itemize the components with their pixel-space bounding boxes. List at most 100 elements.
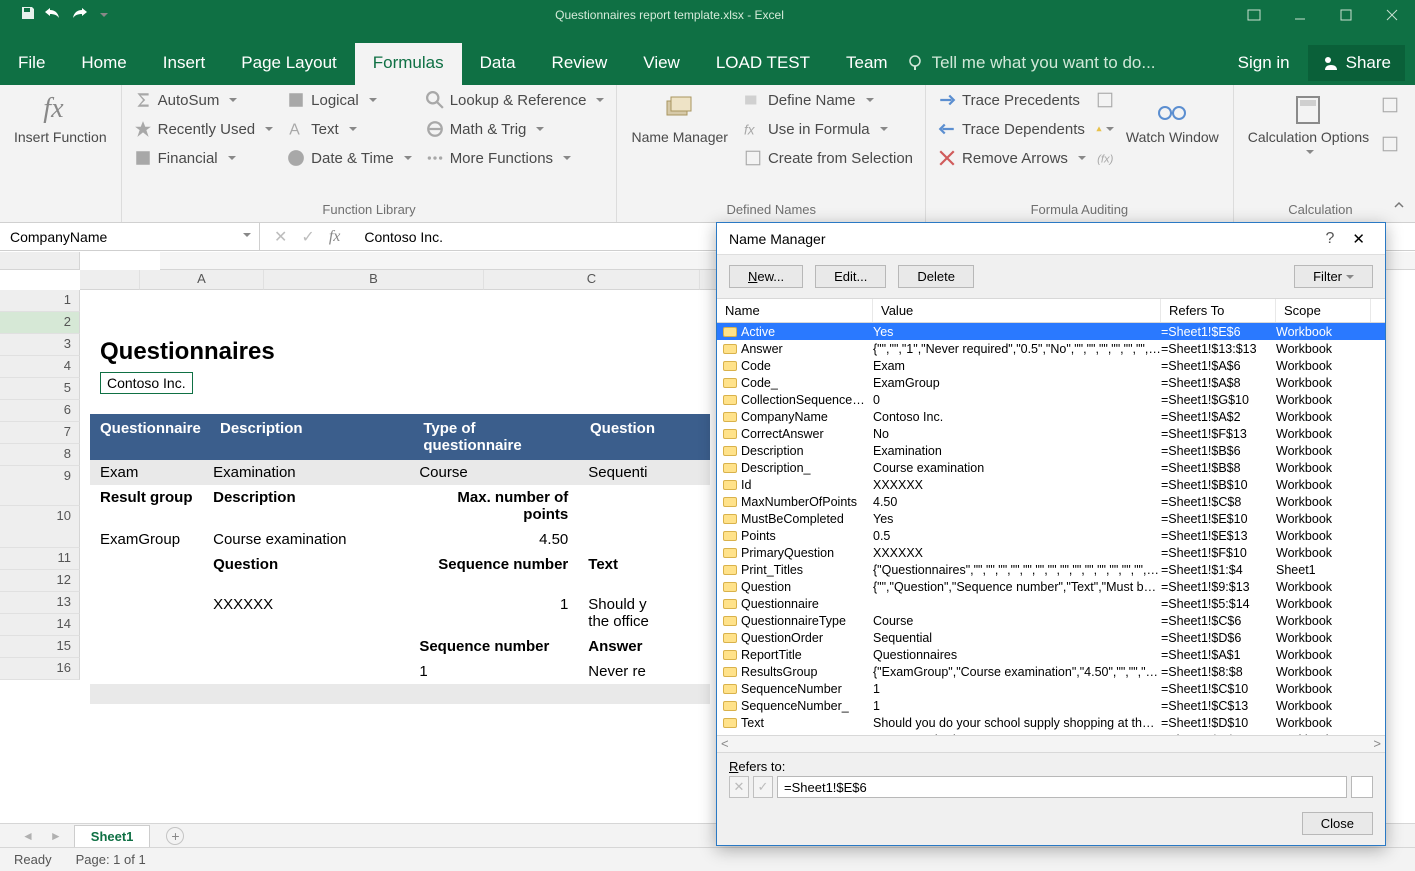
- name-list-row[interactable]: TextShould you do your school supply sho…: [717, 714, 1385, 731]
- name-list-row[interactable]: Description_Course examination=Sheet1!$B…: [717, 459, 1385, 476]
- row-header[interactable]: 5: [0, 378, 80, 400]
- name-list-row[interactable]: CollectionSequenceNu...0=Sheet1!$G$10Wor…: [717, 391, 1385, 408]
- tab-home[interactable]: Home: [63, 43, 144, 85]
- cancel-formula-icon[interactable]: ✕: [274, 227, 287, 247]
- company-name-cell[interactable]: Contoso Inc.: [100, 372, 193, 394]
- name-list-row[interactable]: ResultsGroup{"ExamGroup","Course examina…: [717, 663, 1385, 680]
- tab-team[interactable]: Team: [828, 43, 906, 85]
- define-name-button[interactable]: Define Name: [740, 89, 917, 111]
- save-icon[interactable]: [20, 5, 36, 26]
- minimize-icon[interactable]: [1277, 0, 1323, 30]
- name-list-row[interactable]: IdXXXXXX=Sheet1!$B$10Workbook: [717, 476, 1385, 493]
- name-list-row[interactable]: Points0.5=Sheet1!$E$13Workbook: [717, 527, 1385, 544]
- close-icon[interactable]: [1369, 0, 1415, 30]
- tab-file[interactable]: File: [0, 43, 63, 85]
- recently-used-button[interactable]: Recently Used: [130, 118, 278, 140]
- trace-precedents-button[interactable]: Trace Precedents: [934, 89, 1090, 111]
- tab-view[interactable]: View: [625, 43, 698, 85]
- sheet-nav-prev-icon[interactable]: ◄: [18, 829, 38, 843]
- tab-formulas[interactable]: Formulas: [355, 43, 462, 85]
- share-button[interactable]: Share: [1308, 45, 1405, 81]
- tab-page-layout[interactable]: Page Layout: [223, 43, 354, 85]
- sheet-tab[interactable]: Sheet1: [74, 825, 151, 847]
- sheet-nav-next-icon[interactable]: ►: [46, 829, 66, 843]
- name-list-row[interactable]: MustBeCompletedYes=Sheet1!$E$10Workbook: [717, 510, 1385, 527]
- delete-button[interactable]: Delete: [898, 265, 974, 288]
- name-list-row[interactable]: QuestionOrderSequential=Sheet1!$D$6Workb…: [717, 629, 1385, 646]
- more-functions-button[interactable]: More Functions: [422, 147, 609, 169]
- collapse-ribbon-icon[interactable]: [1393, 198, 1405, 216]
- name-list-row[interactable]: MaxNumberOfPoints4.50=Sheet1!$C$8Workboo…: [717, 493, 1385, 510]
- edit-button[interactable]: Edit...: [815, 265, 886, 288]
- name-list-row[interactable]: Answer{"","","1","Never required","0.5",…: [717, 340, 1385, 357]
- trace-dependents-button[interactable]: Trace Dependents: [934, 118, 1090, 140]
- name-list-row[interactable]: CorrectAnswerNo=Sheet1!$F$13Workbook: [717, 425, 1385, 442]
- row-header[interactable]: 16: [0, 658, 80, 680]
- row-header[interactable]: 7: [0, 422, 80, 444]
- tab-review[interactable]: Review: [534, 43, 626, 85]
- name-manager-button[interactable]: Name Manager: [625, 89, 734, 169]
- maximize-icon[interactable]: [1323, 0, 1369, 30]
- sign-in[interactable]: Sign in: [1238, 53, 1290, 85]
- tell-me[interactable]: Tell me what you want to do...: [906, 53, 1156, 85]
- insert-function-button[interactable]: fx Insert Function: [8, 89, 113, 149]
- refers-accept-icon[interactable]: ✓: [753, 776, 773, 798]
- name-list-row[interactable]: Print_Titles{"Questionnaires","","","","…: [717, 561, 1385, 578]
- tab-insert[interactable]: Insert: [145, 43, 224, 85]
- range-picker-icon[interactable]: [1351, 776, 1373, 798]
- refers-to-input[interactable]: [777, 776, 1347, 798]
- row-header[interactable]: 10: [0, 506, 80, 548]
- name-list-row[interactable]: ActiveYes=Sheet1!$E$6Workbook: [717, 323, 1385, 340]
- row-header[interactable]: 12: [0, 570, 80, 592]
- dialog-help-icon[interactable]: ?: [1316, 230, 1345, 248]
- row-header[interactable]: 13: [0, 592, 80, 614]
- name-list-row[interactable]: QuestionnaireTypeCourse=Sheet1!$C$6Workb…: [717, 612, 1385, 629]
- calc-now-icon[interactable]: [1381, 96, 1399, 114]
- undo-icon[interactable]: [44, 6, 62, 25]
- formula-input[interactable]: Contoso Inc.: [354, 229, 443, 245]
- dialog-column-headers[interactable]: Name Value Refers To Scope: [717, 298, 1385, 323]
- text-button[interactable]: AText: [283, 118, 416, 140]
- add-sheet-button[interactable]: +: [166, 827, 184, 845]
- accept-formula-icon[interactable]: ✓: [301, 227, 314, 247]
- redo-icon[interactable]: [70, 6, 88, 25]
- tab-load-test[interactable]: LOAD TEST: [698, 43, 828, 85]
- dialog-close-icon[interactable]: ✕: [1344, 230, 1373, 248]
- dialog-list[interactable]: ActiveYes=Sheet1!$E$6WorkbookAnswer{"","…: [717, 323, 1385, 736]
- name-list-row[interactable]: CompanyNameContoso Inc.=Sheet1!$A$2Workb…: [717, 408, 1385, 425]
- calculation-options-button[interactable]: Calculation Options: [1242, 89, 1375, 160]
- calc-sheet-icon[interactable]: [1381, 135, 1399, 153]
- name-list-row[interactable]: SequenceNumber_1=Sheet1!$C$13Workbook: [717, 697, 1385, 714]
- row-header[interactable]: 14: [0, 614, 80, 636]
- math-button[interactable]: Math & Trig: [422, 118, 609, 140]
- name-list-row[interactable]: CodeExam=Sheet1!$A$6Workbook: [717, 357, 1385, 374]
- fx-icon[interactable]: fx: [329, 228, 341, 246]
- lookup-button[interactable]: Lookup & Reference: [422, 89, 609, 111]
- tab-data[interactable]: Data: [462, 43, 534, 85]
- financial-button[interactable]: Financial: [130, 147, 278, 169]
- row-header[interactable]: 11: [0, 548, 80, 570]
- show-formulas-icon[interactable]: [1096, 91, 1114, 109]
- use-in-formula-button[interactable]: fxUse in Formula: [740, 118, 917, 140]
- row-header[interactable]: 15: [0, 636, 80, 658]
- refers-cancel-icon[interactable]: ✕: [729, 776, 749, 798]
- row-header[interactable]: 3: [0, 334, 80, 356]
- new-button[interactable]: New...: [729, 265, 803, 288]
- name-list-row[interactable]: SequenceNumber1=Sheet1!$C$10Workbook: [717, 680, 1385, 697]
- row-header[interactable]: 2: [0, 312, 80, 334]
- remove-arrows-button[interactable]: Remove Arrows: [934, 147, 1090, 169]
- evaluate-formula-icon[interactable]: (fx): [1096, 149, 1114, 167]
- name-list-row[interactable]: ReportTitleQuestionnaires=Sheet1!$A$1Wor…: [717, 646, 1385, 663]
- error-checking-icon[interactable]: [1096, 120, 1114, 138]
- watch-window-button[interactable]: Watch Window: [1120, 89, 1225, 169]
- row-headers[interactable]: 12345678910111213141516: [0, 290, 80, 680]
- name-list-row[interactable]: Question{"","Question","Sequence number"…: [717, 578, 1385, 595]
- logical-button[interactable]: Logical: [283, 89, 416, 111]
- row-header[interactable]: 9: [0, 466, 80, 506]
- name-list-row[interactable]: Questionnaire=Sheet1!$5:$14Workbook: [717, 595, 1385, 612]
- filter-button[interactable]: Filter: [1294, 265, 1373, 288]
- name-list-row[interactable]: PrimaryQuestionXXXXXX=Sheet1!$F$10Workbo…: [717, 544, 1385, 561]
- close-button[interactable]: Close: [1302, 812, 1373, 835]
- qat-customize-icon[interactable]: [96, 6, 108, 24]
- dialog-hscroll[interactable]: <>: [717, 736, 1385, 753]
